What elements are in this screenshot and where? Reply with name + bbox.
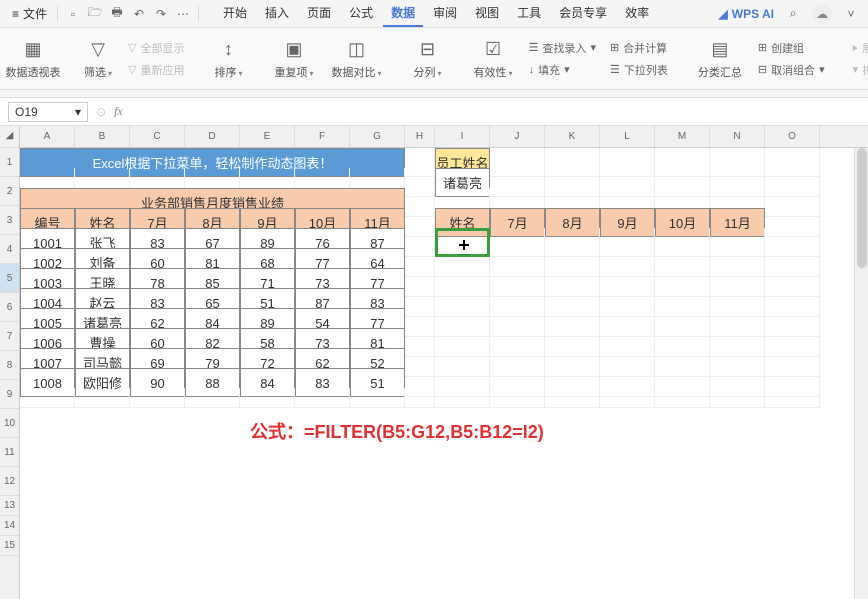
cells-area[interactable]: Excel根据下拉菜单，轻松制作动态图表！ 员工姓名 诸葛亮 业务部销售月度销售… (20, 148, 868, 458)
formula-text: 公式：=FILTER(B5:G12,B5:B12=I2) (250, 418, 544, 444)
titlebar: ≡ 文件 ▫ 🗁 🖶 ↶ ↷ ⋯ 开始 插入 页面 公式 数据 审阅 视图 工具… (0, 0, 868, 28)
sort-icon: ↕ (224, 38, 233, 62)
row-headers: ◢ 1 2 3 4 5 6 7 8 9 10 11 12 13 14 15 (0, 126, 20, 599)
ribbon: ▦ 数据透视表 ▽ 筛选▾ ▽全部显示 ▽重新应用 ↕ 排序▾ ▣ 重复项▾ ◫… (0, 28, 868, 90)
validity-button[interactable]: ☑ 有效性▾ (468, 32, 519, 85)
fill-icon: ↓ (529, 64, 535, 76)
duplicates-button[interactable]: ▣ 重复项▾ (269, 32, 320, 85)
collapse-icon: ▾ (853, 63, 859, 76)
more-icon[interactable]: ⋯ (172, 3, 194, 25)
compare-icon: ◫ (348, 38, 365, 62)
col-headers: A B C D E F G H I J K L M N O (20, 126, 868, 148)
ai-icon: ◢ (719, 7, 728, 21)
find-input-button[interactable]: ☰查找录入▾ (525, 38, 600, 58)
expand-ribbon-icon[interactable]: ˅ (840, 3, 862, 25)
hamburger-icon: ≡ (12, 7, 19, 21)
split-button[interactable]: ⊟ 分列▾ (408, 32, 448, 85)
tab-view[interactable]: 视图 (467, 0, 507, 27)
name-box[interactable]: O19 ▾ (8, 102, 88, 122)
ungroup-icon: ⊟ (758, 63, 767, 76)
tab-page[interactable]: 页面 (299, 0, 339, 27)
redo-icon[interactable]: ↷ (150, 3, 172, 25)
reapply-button[interactable]: ▽重新应用 (124, 60, 188, 80)
filter-button[interactable]: ▽ 筛选▾ (78, 32, 118, 85)
wps-ai-button[interactable]: ◢ WPS AI (719, 7, 774, 21)
file-menu[interactable]: ≡ 文件 (6, 5, 53, 22)
subtotal-button[interactable]: ▤ 分类汇总 (692, 32, 748, 85)
tab-review[interactable]: 审阅 (425, 0, 465, 27)
funnel-icon: ▽ (91, 38, 105, 62)
tab-data[interactable]: 数据 (383, 0, 423, 27)
split-icon: ⊟ (420, 38, 435, 62)
file-label: 文件 (23, 5, 47, 22)
consolidate-icon: ⊞ (610, 41, 619, 54)
group-icon: ⊞ (758, 41, 767, 54)
fill-button[interactable]: ↓填充▾ (525, 60, 600, 80)
validity-icon: ☑ (485, 38, 501, 62)
tab-formula[interactable]: 公式 (341, 0, 381, 27)
find-icon: ☰ (529, 41, 539, 54)
tab-start[interactable]: 开始 (215, 0, 255, 27)
search-icon[interactable]: ⌕ (782, 3, 804, 25)
scrollbar-thumb[interactable] (857, 148, 867, 268)
selected-cell[interactable] (435, 228, 490, 257)
select-all-corner[interactable]: ◢ (0, 126, 19, 148)
tab-insert[interactable]: 插入 (257, 0, 297, 27)
ungroup-button[interactable]: ⊟取消组合▾ (754, 60, 829, 80)
print-icon[interactable]: 🖶 (106, 3, 128, 25)
new-doc-icon[interactable]: ▫ (62, 3, 84, 25)
spreadsheet-grid[interactable]: ◢ 1 2 3 4 5 6 7 8 9 10 11 12 13 14 15 A … (0, 126, 868, 599)
tab-tools[interactable]: 工具 (509, 0, 549, 27)
compare-button[interactable]: ◫ 数据对比▾ (326, 32, 388, 85)
tab-efficiency[interactable]: 效率 (617, 0, 657, 27)
sort-button[interactable]: ↕ 排序▾ (208, 32, 248, 85)
cancel-icon[interactable]: ⊙ (96, 105, 106, 119)
reapply-icon: ▽ (128, 63, 136, 76)
fx-icon[interactable]: fx (114, 104, 123, 119)
consolidate-button[interactable]: ⊞合并计算 (606, 38, 672, 58)
subtotal-icon: ▤ (711, 38, 728, 62)
undo-icon[interactable]: ↶ (128, 3, 150, 25)
formula-bar: O19 ▾ ⊙ fx (0, 98, 868, 126)
pivot-icon: ▦ (24, 38, 41, 62)
dropdown-list-button[interactable]: ☰下拉列表 (606, 60, 672, 80)
show-all-button[interactable]: ▽全部显示 (124, 38, 188, 58)
dropdown-icon: ☰ (610, 63, 620, 76)
collapse-button[interactable]: ▾折叠 (849, 60, 868, 80)
vertical-scrollbar[interactable] (854, 148, 868, 599)
show-all-icon: ▽ (128, 41, 136, 54)
expand-icon: ▸ (853, 41, 859, 54)
cloud-icon[interactable]: ☁ (812, 4, 832, 24)
create-group-button[interactable]: ⊞创建组 (754, 38, 829, 58)
open-icon[interactable]: 🗁 (84, 3, 106, 25)
ribbon-tabs: 开始 插入 页面 公式 数据 审阅 视图 工具 会员专享 效率 (215, 0, 657, 27)
cursor-cross-icon (457, 238, 471, 252)
dup-icon: ▣ (286, 38, 303, 62)
expand-button[interactable]: ▸展开 (849, 38, 868, 58)
tab-vip[interactable]: 会员专享 (551, 0, 615, 27)
pivot-table-button[interactable]: ▦ 数据透视表 (8, 32, 58, 85)
formula-input[interactable] (131, 102, 860, 122)
